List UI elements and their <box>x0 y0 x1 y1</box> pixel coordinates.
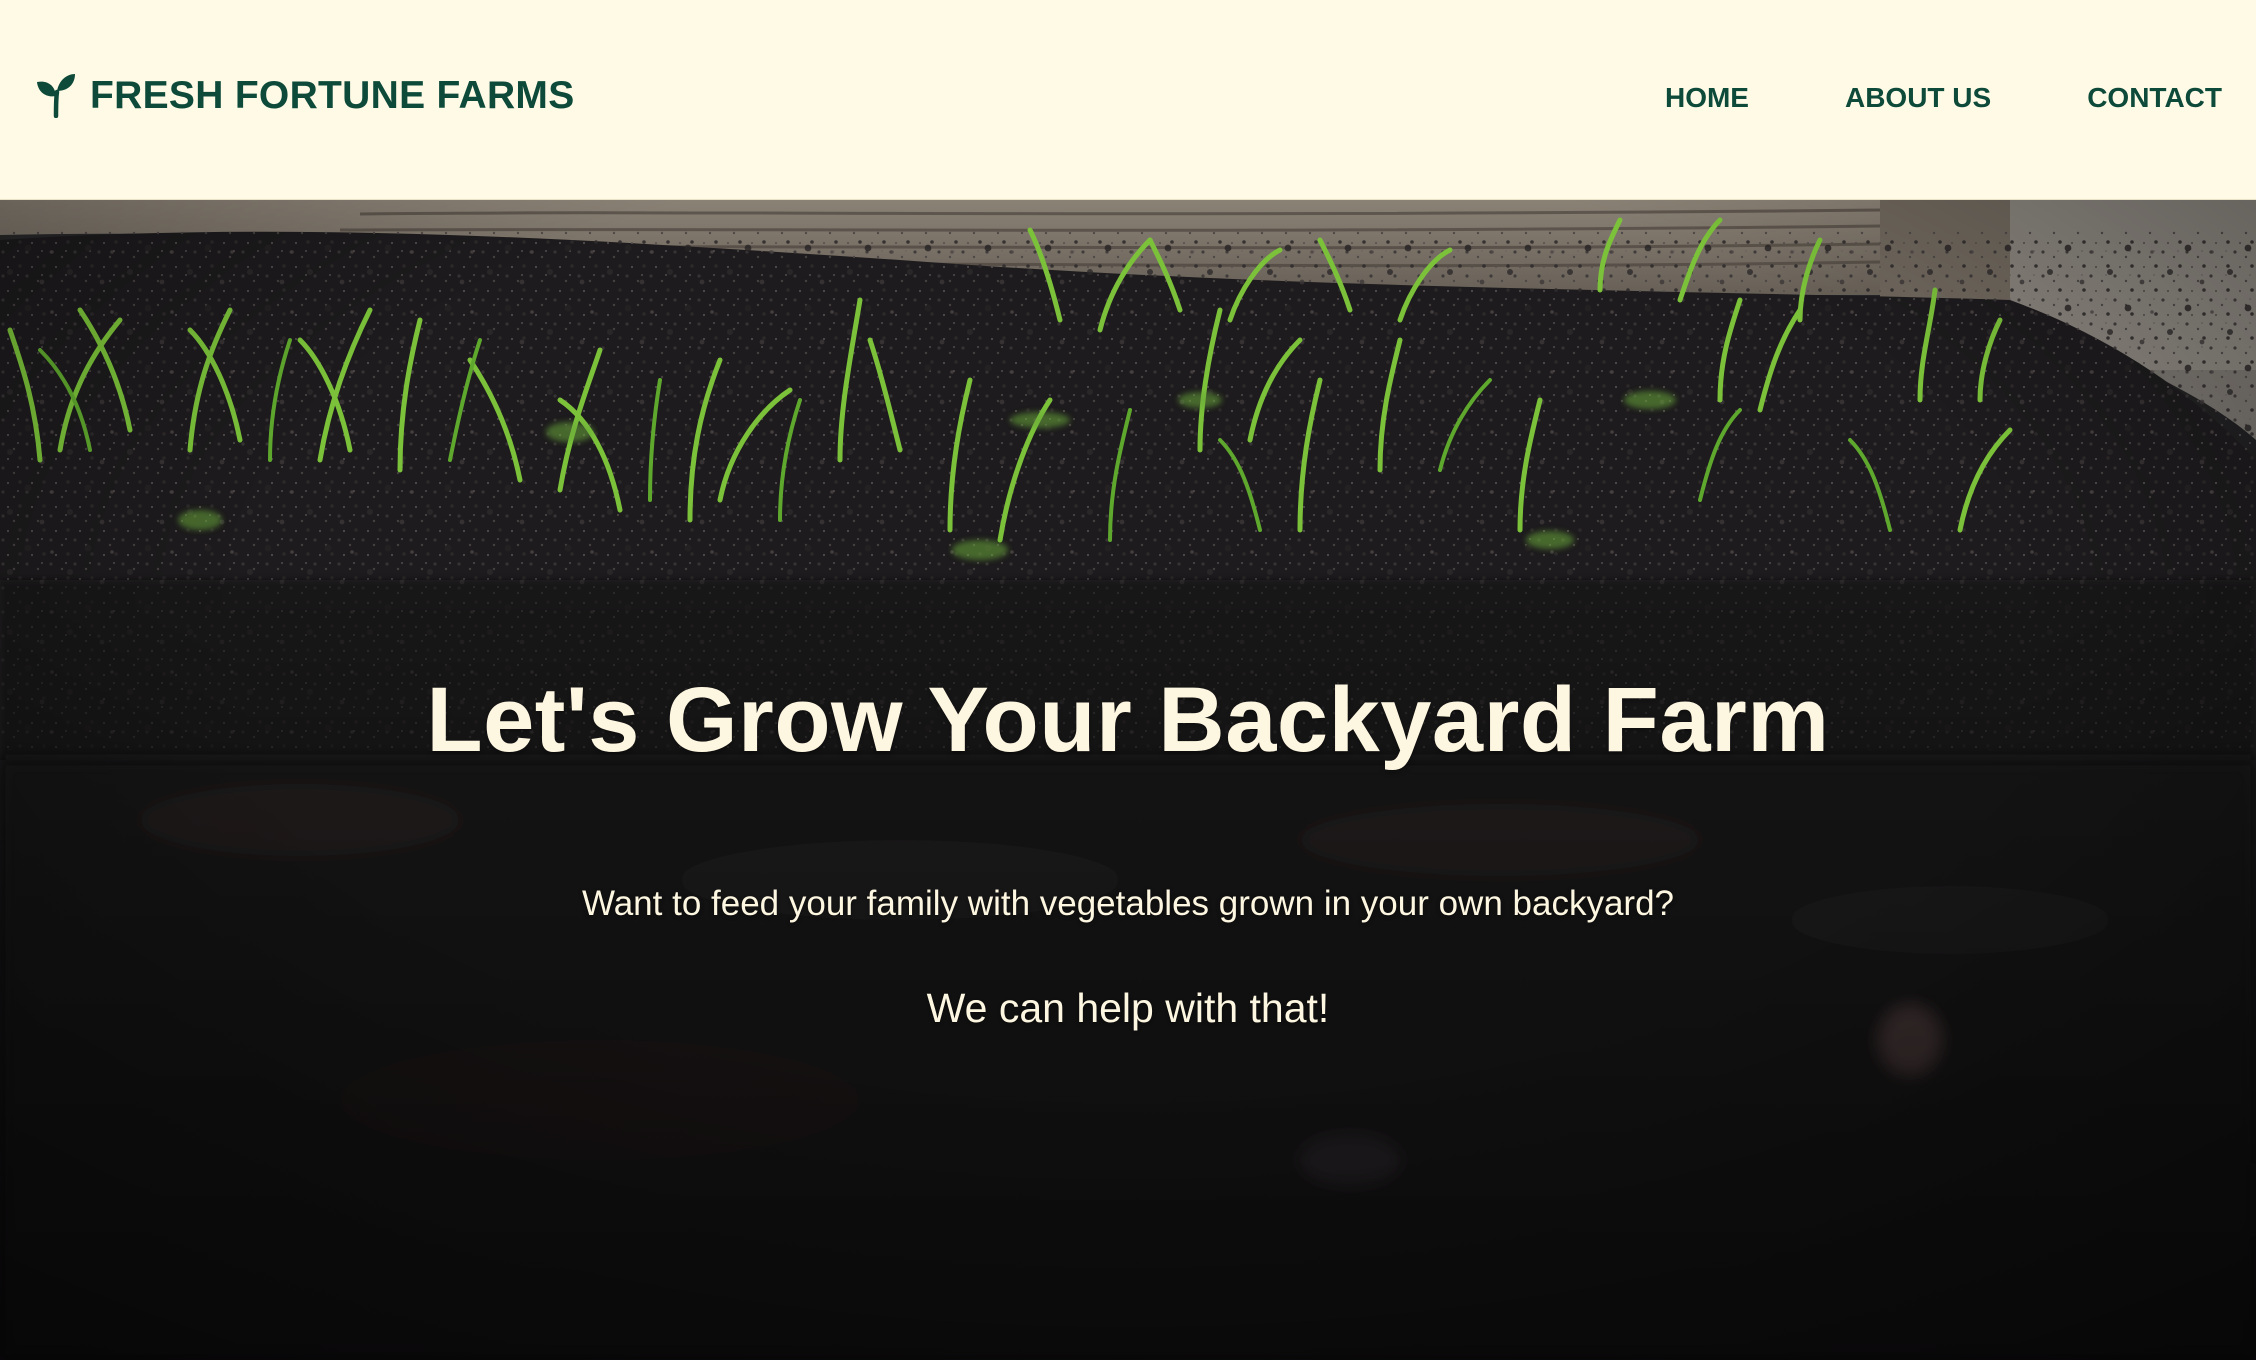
site-header: FRESH FORTUNE FARMS HOME ABOUT US CONTAC… <box>0 0 2256 200</box>
hero-tagline: We can help with that! <box>926 985 1330 1031</box>
seedling-icon <box>36 72 76 118</box>
nav-home-link[interactable]: HOME <box>1665 84 1749 112</box>
page: FRESH FORTUNE FARMS HOME ABOUT US CONTAC… <box>0 0 2256 1360</box>
brand-name: FRESH FORTUNE FARMS <box>90 73 575 117</box>
nav-contact-link[interactable]: CONTACT <box>2087 84 2222 112</box>
hero-subtitle: Want to feed your family with vegetables… <box>581 884 1675 923</box>
brand-logo-link[interactable]: FRESH FORTUNE FARMS <box>36 72 575 118</box>
main-nav: HOME ABOUT US CONTACT <box>1665 84 2222 112</box>
hero-section: Let's Grow Your Backyard Farm Want to fe… <box>0 200 2256 1360</box>
nav-about-us-link[interactable]: ABOUT US <box>1845 84 1991 112</box>
hero-title: Let's Grow Your Backyard Farm <box>426 669 1830 771</box>
hero-content: Let's Grow Your Backyard Farm Want to fe… <box>0 200 2256 1360</box>
